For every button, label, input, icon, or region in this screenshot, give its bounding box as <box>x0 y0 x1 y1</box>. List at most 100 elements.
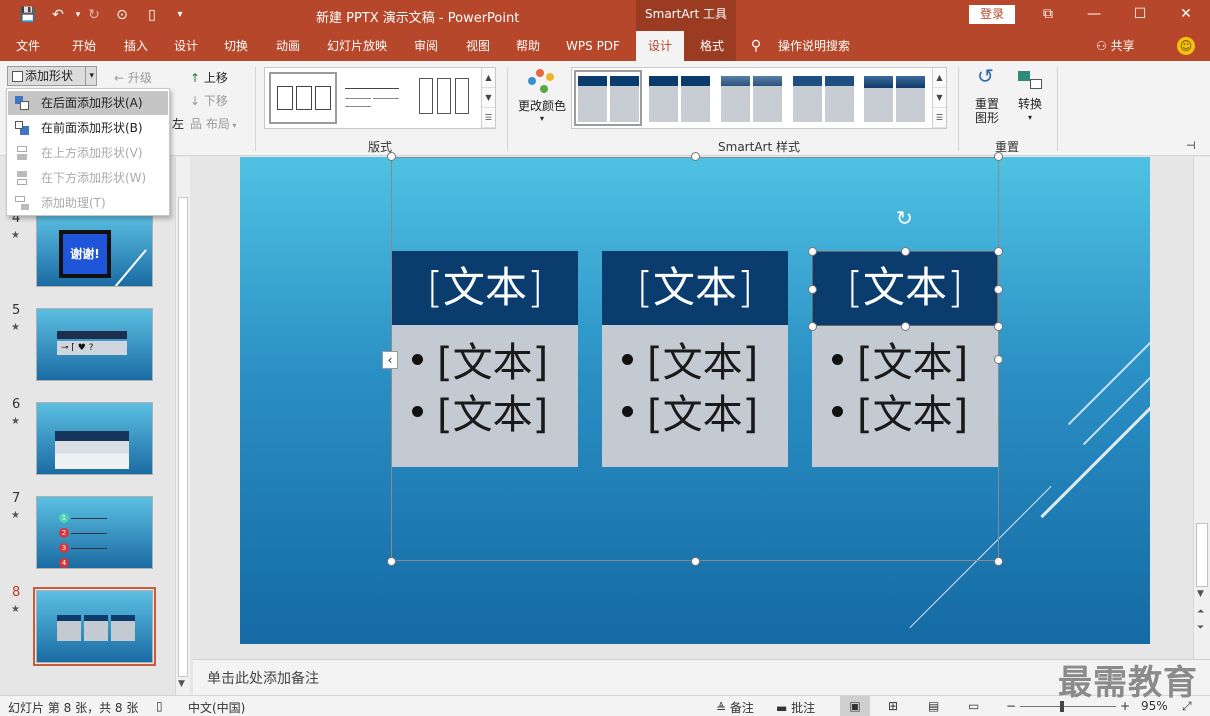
close-button[interactable]: ✕ <box>1163 0 1209 31</box>
resize-handle[interactable] <box>994 152 1003 161</box>
previous-slide-icon[interactable]: ⏶ <box>1197 607 1204 617</box>
resize-handle[interactable] <box>691 152 700 161</box>
shape-handle[interactable] <box>901 247 910 256</box>
scroll-down-icon[interactable]: ▼ <box>933 88 946 108</box>
text-pane-toggle[interactable]: ‹ <box>382 351 398 369</box>
smartart-body-3[interactable]: [文本] [文本] <box>812 325 998 467</box>
slideshow-icon[interactable]: ▭ <box>968 699 979 713</box>
tab-animations[interactable]: 动画 <box>268 31 308 61</box>
menu-add-shape-after[interactable]: 在后面添加形状(A) <box>8 91 168 115</box>
tab-home[interactable]: 开始 <box>64 31 104 61</box>
right-to-left-button-partial[interactable]: 左 <box>172 115 184 132</box>
pin-ribbon-icon[interactable]: ⊣ <box>1186 139 1196 152</box>
layout-button[interactable]: 品 布局 ▾ <box>190 115 236 132</box>
shape-handle[interactable] <box>994 285 1003 294</box>
customize-quick-access-icon[interactable]: ▾ <box>170 6 190 24</box>
tab-insert[interactable]: 插入 <box>116 31 156 61</box>
menu-add-assistant[interactable]: 添加助理(T) <box>8 191 168 215</box>
style-preview-4[interactable] <box>793 76 855 122</box>
reset-graphic-button[interactable]: ↺ 重置 图形 <box>968 66 1006 125</box>
login-button[interactable]: 登录 <box>969 5 1015 24</box>
save-icon[interactable]: 💾 <box>18 6 38 24</box>
menu-add-shape-below[interactable]: 在下方添加形状(W) <box>8 166 168 190</box>
smartart-body-1[interactable]: [文本] [文本] <box>392 325 578 467</box>
style-preview-3[interactable] <box>721 76 783 122</box>
resize-handle[interactable] <box>994 557 1003 566</box>
share-button[interactable]: ⚇ 共享 <box>1096 31 1135 61</box>
scroll-thumb[interactable] <box>1196 523 1208 587</box>
notes-button[interactable]: ≜ 备注 <box>716 699 754 716</box>
resize-handle[interactable] <box>691 557 700 566</box>
layouts-gallery[interactable]: ▲ ▼ ☰ <box>264 67 496 129</box>
more-icon[interactable]: ☰ <box>482 108 495 128</box>
layout-option[interactable] <box>343 78 403 118</box>
shape-handle[interactable] <box>808 247 817 256</box>
shape-handle[interactable] <box>994 247 1003 256</box>
scroll-up-icon[interactable]: ▲ <box>482 68 495 88</box>
rotate-handle-icon[interactable]: ↻ <box>896 206 913 230</box>
menu-add-shape-above[interactable]: 在上方添加形状(V) <box>8 141 168 165</box>
minimize-button[interactable]: — <box>1071 0 1117 31</box>
resize-handle[interactable] <box>387 557 396 566</box>
smartart-styles-gallery[interactable]: ▲ ▼ ☰ <box>571 67 947 129</box>
tab-transitions[interactable]: 切换 <box>216 31 256 61</box>
add-shape-button[interactable]: 添加形状 ▾ <box>7 66 97 86</box>
convert-button[interactable]: 转换 ▾ <box>1012 67 1048 125</box>
next-slide-icon[interactable]: ⏷ <box>1197 623 1204 633</box>
scroll-up-icon[interactable]: ▲ <box>933 68 946 88</box>
slide-thumbnail-4[interactable]: 谢谢! <box>36 213 153 287</box>
zoom-out-icon[interactable]: − <box>1006 699 1016 713</box>
spellcheck-icon[interactable]: ▯ <box>156 699 163 713</box>
reading-view-icon[interactable]: ▤ <box>928 699 939 713</box>
tab-smartart-format[interactable]: 格式 <box>688 31 736 61</box>
scroll-down-icon[interactable]: ▼ <box>482 88 495 108</box>
new-document-icon[interactable]: ▯ <box>142 6 162 24</box>
resize-handle[interactable] <box>994 355 1003 364</box>
undo-icon[interactable]: ↶ <box>48 6 68 24</box>
layout-option[interactable] <box>415 74 475 122</box>
tab-view[interactable]: 视图 <box>458 31 498 61</box>
move-down-button[interactable]: ↓ 下移 <box>190 92 228 109</box>
present-from-start-icon[interactable]: ⊙ <box>112 6 132 24</box>
tab-file[interactable]: 文件 <box>10 31 46 61</box>
ribbon-display-options-icon[interactable]: ⧉ <box>1025 0 1071 31</box>
menu-add-shape-before[interactable]: 在前面添加形状(B) <box>8 116 168 140</box>
zoom-slider[interactable] <box>1020 706 1116 707</box>
more-icon[interactable]: ☰ <box>933 108 946 128</box>
tab-design[interactable]: 设计 <box>166 31 206 61</box>
thumbnail-scrollbar[interactable]: ▼ <box>175 157 190 695</box>
maximize-button[interactable]: ☐ <box>1117 0 1163 31</box>
smartart-body-2[interactable]: [文本] [文本] <box>602 325 788 467</box>
scroll-thumb[interactable] <box>178 197 188 677</box>
change-colors-button[interactable]: 更改颜色 ▾ <box>516 67 568 123</box>
slide-thumbnail-8[interactable] <box>36 590 153 663</box>
language-indicator[interactable]: 中文(中国) <box>188 699 245 716</box>
smartart-header-3[interactable]: [文本] <box>812 251 998 325</box>
slide-thumbnail-5[interactable]: ⊸ ⌈ ♥ ? <box>36 308 153 381</box>
styles-gallery-scroll[interactable]: ▲ ▼ ☰ <box>932 68 946 128</box>
resize-handle[interactable] <box>387 152 396 161</box>
layout-option-selected[interactable] <box>269 72 337 124</box>
smartart-header-1[interactable]: [文本] <box>392 251 578 325</box>
chevron-down-icon[interactable]: ▾ <box>85 67 94 85</box>
shape-handle[interactable] <box>808 285 817 294</box>
tab-wps-pdf[interactable]: WPS PDF <box>560 31 626 61</box>
smartart-header-2[interactable]: [文本] <box>602 251 788 325</box>
tab-slideshow[interactable]: 幻灯片放映 <box>322 31 392 61</box>
shape-handle[interactable] <box>901 322 910 331</box>
current-slide[interactable]: [文本] [文本] [文本] [文本] [文本] [文本] [文本] [文本] … <box>240 157 1150 644</box>
slide-thumbnail-7[interactable]: 1 2 3 4 <box>36 496 153 569</box>
move-up-button[interactable]: ↑ 上移 <box>190 69 228 86</box>
tab-smartart-design[interactable]: 设计 <box>636 31 684 61</box>
scroll-down-icon[interactable]: ▼ <box>1197 589 1204 599</box>
tab-help[interactable]: 帮助 <box>508 31 548 61</box>
shape-handle[interactable] <box>994 322 1003 331</box>
tab-review[interactable]: 审阅 <box>406 31 446 61</box>
slide-thumbnail-6[interactable] <box>36 402 153 475</box>
slide-scrollbar[interactable]: ▼ ⏶ ⏷ <box>1193 157 1210 659</box>
style-preview-2[interactable] <box>649 76 711 122</box>
shape-handle[interactable] <box>808 322 817 331</box>
normal-view-icon[interactable]: ▣ <box>840 696 870 716</box>
tell-me-search[interactable]: 操作说明搜索 <box>774 31 854 61</box>
comments-button[interactable]: ▬ 批注 <box>776 699 815 716</box>
